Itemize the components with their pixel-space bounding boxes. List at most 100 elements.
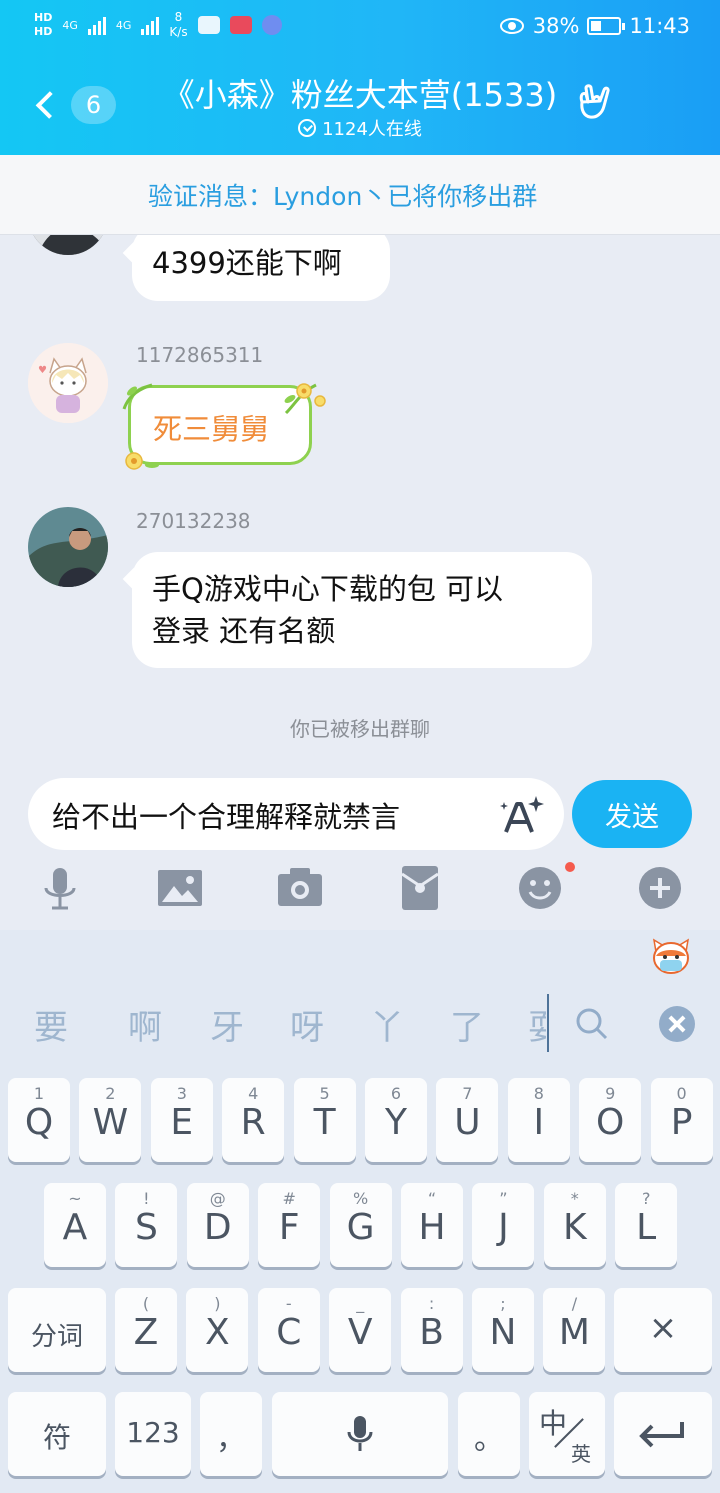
key-e[interactable]: 3E [150, 1078, 213, 1162]
rock-hand-icon[interactable] [572, 80, 616, 124]
key-t[interactable]: 5T [293, 1078, 356, 1162]
key-a[interactable]: ~ A [44, 1183, 106, 1267]
key-r[interactable]: 4R [222, 1078, 285, 1162]
language-switch-key[interactable]: 中英 [529, 1392, 605, 1476]
number-key[interactable]: 123 [115, 1392, 191, 1476]
network-type: 4G [62, 18, 78, 32]
candidate-word[interactable]: 了 [450, 1000, 484, 1049]
plus-icon[interactable] [632, 860, 688, 916]
key-c[interactable]: -C [257, 1288, 320, 1372]
key-u[interactable]: 7U [436, 1078, 499, 1162]
avatar[interactable]: ♥ [28, 343, 108, 423]
key-sub-label: @ [209, 1189, 226, 1208]
emoji-icon[interactable] [512, 860, 568, 916]
key-label: 123 [126, 1416, 180, 1449]
key-sub-label: - [285, 1294, 292, 1313]
segment-key[interactable]: 分词 [8, 1288, 106, 1372]
key-o[interactable]: 9O [579, 1078, 642, 1162]
comma-key[interactable]: ， [200, 1392, 262, 1476]
key-i[interactable]: 8I [507, 1078, 570, 1162]
message-input[interactable]: 给不出一个合理解释就禁言 [28, 778, 564, 850]
key-m[interactable]: / M [543, 1288, 606, 1372]
key-label: K [562, 1207, 587, 1248]
send-button[interactable]: 发送 [572, 780, 692, 848]
key-z[interactable]: (Z [115, 1288, 177, 1372]
clock: 11:43 [629, 14, 690, 38]
signal-icon [141, 15, 160, 35]
microphone-icon [347, 1416, 373, 1451]
candidate-word[interactable]: 啊 [128, 1000, 162, 1049]
input-toolbar [0, 860, 720, 920]
key-p[interactable]: 0P [650, 1078, 713, 1162]
key-label: H [418, 1207, 446, 1248]
lang-en-label: 英 [571, 1442, 591, 1466]
key-sub-label: ~ [68, 1189, 82, 1208]
key-label: O [596, 1102, 625, 1143]
clear-candidates-icon[interactable] [659, 1006, 695, 1042]
key-label: V [347, 1312, 373, 1353]
key-j[interactable]: ” J [472, 1183, 535, 1267]
back-button[interactable]: 6 [30, 83, 116, 127]
key-label: × [648, 1308, 678, 1348]
delete-key[interactable]: × [614, 1288, 712, 1372]
notification-dot [565, 862, 575, 872]
key-label: R [240, 1102, 266, 1143]
banner-text: 验证消息：Lyndon丶已将你移出群 [148, 182, 538, 211]
key-h[interactable]: “H [401, 1183, 463, 1267]
message-list[interactable]: 4399还能下啊 ♥ 1172865311 死三舅舅 270132238 手Q游… [0, 155, 720, 777]
key-sub-label: “ [427, 1189, 437, 1208]
camera-icon[interactable] [272, 860, 328, 916]
avatar[interactable] [28, 507, 108, 587]
key-f[interactable]: # F [258, 1183, 321, 1267]
candidate-bar: 要 啊 牙 呀 丫 了 耍 [0, 1000, 720, 1050]
key-b[interactable]: :B [400, 1288, 463, 1372]
message-bubble[interactable]: 手Q游戏中心下载的包 可以 登录 还有名额 [132, 552, 592, 668]
key-g[interactable]: % G [329, 1183, 392, 1267]
key-v[interactable]: _ V [329, 1288, 392, 1372]
candidate-word[interactable]: 要 [34, 1000, 68, 1049]
key-label: N [489, 1312, 517, 1353]
space-key[interactable] [272, 1392, 448, 1476]
key-d[interactable]: @ D [186, 1183, 249, 1267]
key-k[interactable]: * K [543, 1183, 606, 1267]
image-icon[interactable] [152, 860, 208, 916]
key-l[interactable]: ? L [615, 1183, 678, 1267]
system-notice: 你已被移出群聊 [290, 717, 430, 741]
key-w[interactable]: 2W [79, 1078, 142, 1162]
group-title[interactable]: 《小森》粉丝大本营(1533) [150, 70, 570, 116]
unread-count-badge: 6 [71, 86, 116, 124]
online-count[interactable]: 1124人在线 [150, 115, 570, 141]
symbol-key[interactable]: 符 [8, 1392, 106, 1476]
key-y[interactable]: 6Y [365, 1078, 427, 1162]
enter-icon [639, 1422, 684, 1448]
key-label: P [670, 1102, 693, 1143]
mascot-icon[interactable] [650, 938, 692, 976]
key-sub-label: 7 [462, 1084, 473, 1103]
message-bubble[interactable]: 4399还能下啊 [132, 225, 390, 301]
signal-icon [87, 15, 106, 35]
key-s[interactable]: ! S [115, 1183, 178, 1267]
key-sub-label: ) [214, 1294, 221, 1313]
candidate-word[interactable]: 丫 [370, 1000, 404, 1049]
red-packet-icon[interactable] [392, 860, 448, 916]
network-speed: 8 K/s [169, 10, 188, 39]
key-label: Y [385, 1102, 407, 1143]
enter-key[interactable] [614, 1392, 712, 1476]
user-photo-icon [28, 507, 108, 587]
period-key[interactable]: 。 [458, 1392, 520, 1476]
candidate-word[interactable]: 牙 [210, 1000, 244, 1049]
search-icon[interactable] [574, 1006, 610, 1042]
candidate-word[interactable]: 耍 [528, 1000, 546, 1049]
microphone-icon[interactable] [32, 860, 88, 916]
message-app-icon [197, 16, 220, 34]
key-n[interactable]: ; N [472, 1288, 534, 1372]
key-sub-label: ! [143, 1189, 150, 1208]
status-bar: HD HD 4G 4G 8 K/s 38% 11:43 [0, 0, 720, 56]
verification-banner[interactable]: 验证消息：Lyndon丶已将你移出群 [0, 155, 720, 235]
ai-text-icon[interactable] [498, 792, 546, 838]
key-q[interactable]: 1Q [8, 1078, 70, 1162]
key-x[interactable]: ) X [186, 1288, 249, 1372]
candidate-word[interactable]: 呀 [290, 1000, 324, 1049]
key-label: Q [24, 1102, 54, 1143]
key-label: E [170, 1102, 194, 1143]
